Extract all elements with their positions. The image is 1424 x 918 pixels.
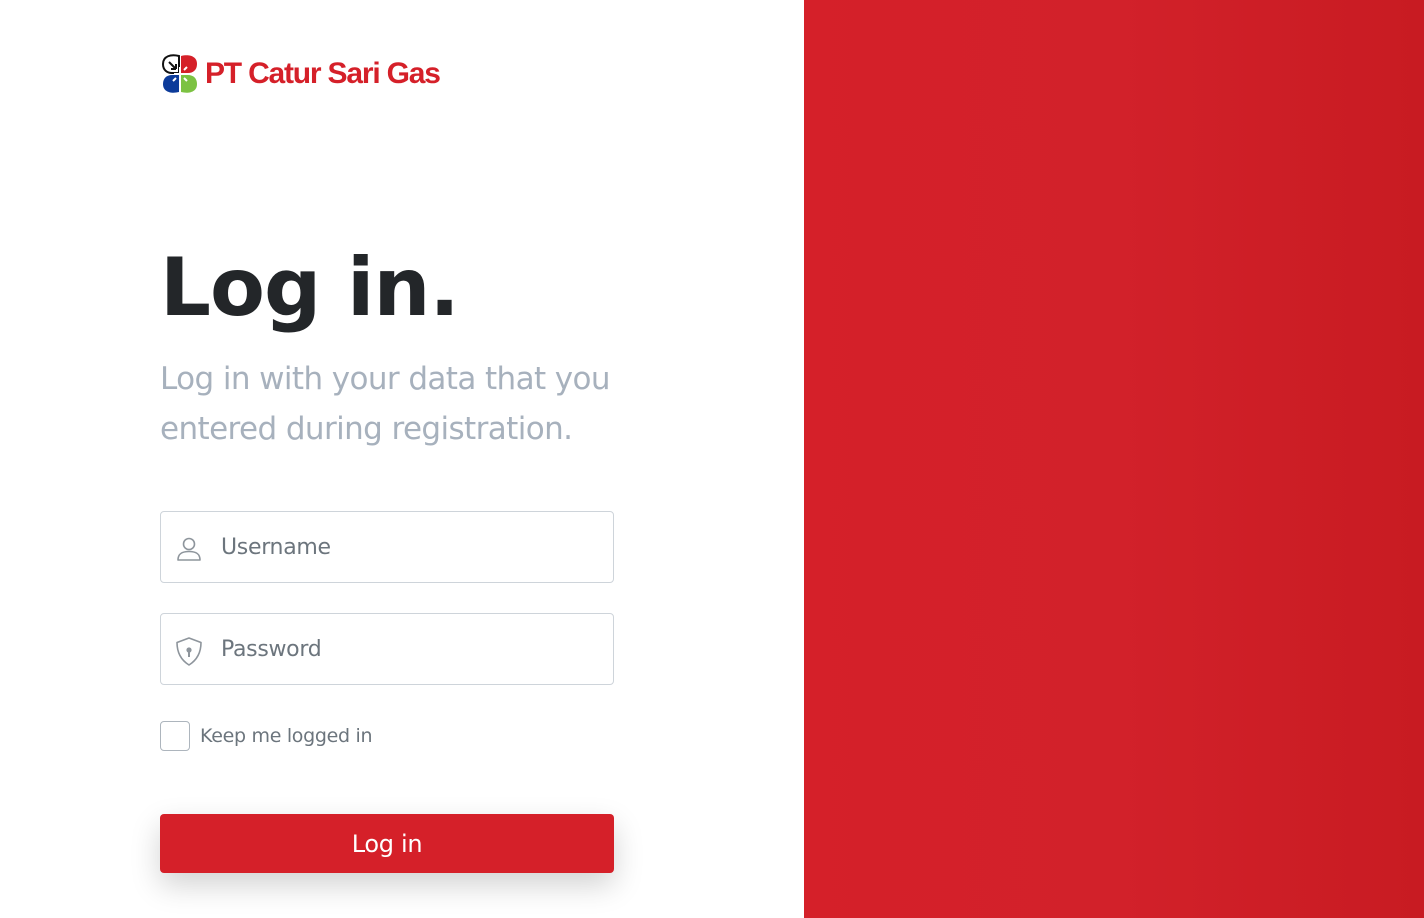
shield-lock-icon [176, 637, 202, 666]
brand-name: PT Catur Sari Gas [205, 57, 441, 90]
remember-label: Keep me logged in [200, 725, 373, 747]
user-icon [177, 537, 201, 561]
four-leaf-logo-icon [161, 54, 197, 93]
remember-me[interactable]: Keep me logged in [160, 721, 373, 751]
username-input[interactable] [221, 522, 601, 572]
login-panel: PT Catur Sari Gas Log in. Log in with yo… [0, 0, 804, 918]
password-field [160, 613, 614, 685]
page-title: Log in. [160, 241, 460, 334]
remember-checkbox[interactable] [160, 721, 190, 751]
login-button[interactable]: Log in [160, 814, 614, 873]
password-input[interactable] [221, 624, 601, 674]
username-field [160, 511, 614, 583]
page-subtitle: Log in with your data that you entered d… [160, 361, 611, 447]
brand-color-panel [804, 0, 1424, 918]
brand-logo[interactable]: PT Catur Sari Gas [160, 53, 441, 95]
